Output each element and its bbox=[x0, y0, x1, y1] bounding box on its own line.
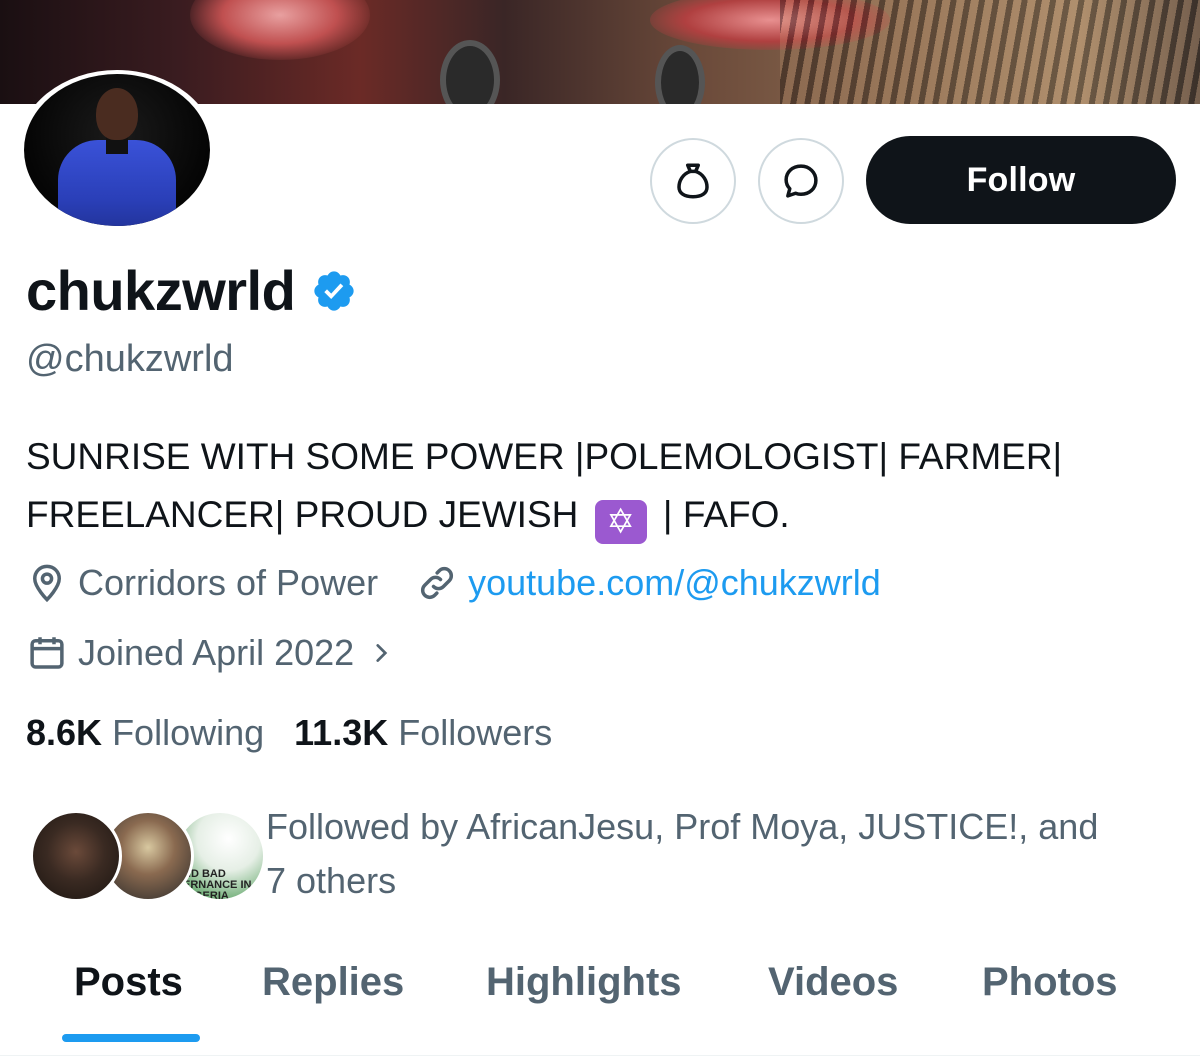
link-icon bbox=[421, 566, 454, 600]
following-label: Following bbox=[112, 712, 265, 753]
location-text: Corridors of Power bbox=[78, 562, 379, 603]
followers-stat[interactable]: 11.3K Followers bbox=[294, 712, 552, 754]
profile-stats: 8.6K Following 11.3K Followers bbox=[26, 712, 582, 754]
verified-badge-icon[interactable] bbox=[311, 268, 357, 314]
followed-by-line-1: Followed by AfricanJesu, Prof Moya, JUST… bbox=[266, 806, 1099, 847]
followed-by-line-2: 7 others bbox=[266, 860, 397, 901]
profile-bio: SUNRISE WITH SOME POWER |POLEMOLOGIST| F… bbox=[26, 428, 1186, 544]
tip-button[interactable] bbox=[650, 138, 736, 224]
tab-replies[interactable]: Replies bbox=[262, 960, 404, 1005]
followers-label: Followers bbox=[398, 712, 553, 753]
profile-avatar[interactable] bbox=[24, 74, 210, 226]
tab-videos[interactable]: Videos bbox=[768, 960, 898, 1005]
followed-by-text: Followed by AfricanJesu, Prof Moya, JUST… bbox=[266, 800, 1166, 908]
location-pin-icon bbox=[32, 564, 62, 603]
following-stat[interactable]: 8.6K Following bbox=[26, 712, 264, 754]
website-item[interactable]: youtube.com/@chukzwrld bbox=[416, 562, 881, 604]
star-of-david-icon: ✡ bbox=[594, 500, 647, 544]
message-bubble-icon bbox=[784, 164, 818, 198]
chevron-right-icon bbox=[376, 644, 388, 662]
name-row: chukzwrld bbox=[26, 258, 357, 323]
calendar-icon bbox=[30, 637, 64, 669]
followers-count: 11.3K bbox=[294, 712, 389, 753]
message-button[interactable] bbox=[758, 138, 844, 224]
website-link[interactable]: youtube.com/@chukzwrld bbox=[468, 562, 881, 604]
follow-button[interactable]: Follow bbox=[866, 136, 1176, 224]
location-item: Corridors of Power bbox=[26, 562, 378, 604]
active-tab-indicator bbox=[62, 1034, 200, 1042]
profile-handle: @chukzwrld bbox=[26, 338, 234, 380]
follower-avatar-badge-text: ND BAD ERNANCE IN NIGERIA bbox=[183, 868, 252, 902]
money-bag-icon bbox=[677, 163, 709, 199]
profile-tabs: Posts Replies Highlights Videos Photos bbox=[0, 940, 1200, 1056]
bio-line-2a: FREELANCER| PROUD JEWISH bbox=[26, 494, 579, 535]
display-name: chukzwrld bbox=[26, 259, 296, 322]
following-count: 8.6K bbox=[26, 712, 103, 753]
joined-text: Joined April 2022 bbox=[78, 632, 355, 673]
followed-by-row[interactable]: ND BAD ERNANCE IN NIGERIA Followed by Af… bbox=[30, 800, 1190, 910]
tab-posts[interactable]: Posts bbox=[74, 960, 183, 1005]
bio-line-2b: | FAFO. bbox=[662, 494, 790, 535]
tab-highlights[interactable]: Highlights bbox=[486, 960, 682, 1005]
tab-photos[interactable]: Photos bbox=[982, 960, 1118, 1005]
joined-row[interactable]: Joined April 2022 bbox=[26, 632, 394, 674]
profile-meta-row: Corridors of Power youtube.com/@chukzwrl… bbox=[26, 562, 881, 604]
follower-avatar bbox=[30, 810, 122, 902]
bio-line-1: SUNRISE WITH SOME POWER |POLEMOLOGIST| F… bbox=[26, 436, 1063, 477]
